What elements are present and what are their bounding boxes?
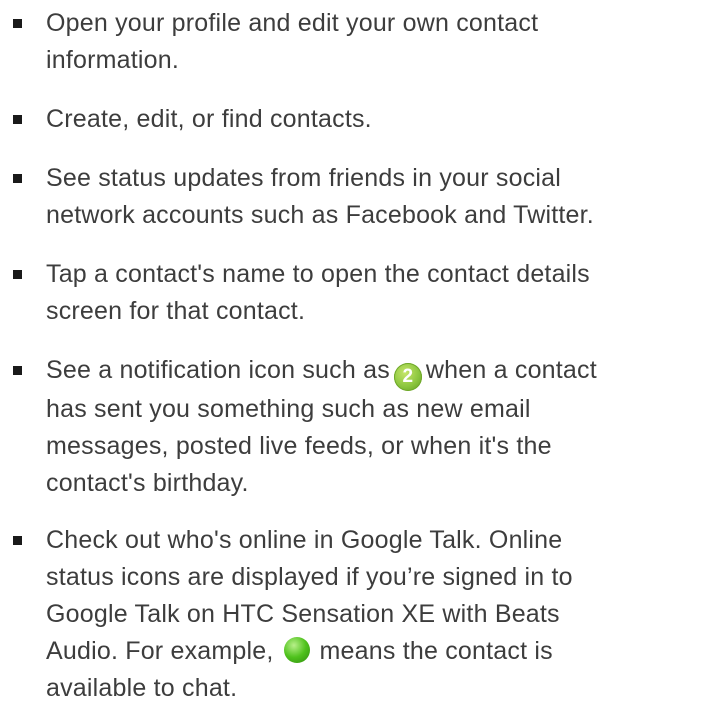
item-text-segment: Audio. For example, <box>46 637 274 665</box>
list-item: Check out who's online in Google Talk. O… <box>0 522 712 707</box>
list-item: Tap a contact's name to open the contact… <box>0 256 712 330</box>
item-text-line: Open your profile and edit your own cont… <box>46 9 539 37</box>
item-text-line: contact's birthday. <box>46 469 249 497</box>
bullet-icon <box>13 366 22 375</box>
bullet-icon <box>13 270 22 279</box>
item-text-line: network accounts such as Facebook and Tw… <box>46 201 594 229</box>
item-text-line: has sent you something such as new email <box>46 395 531 423</box>
notification-count-badge-icon: 2 <box>393 363 422 391</box>
item-text-line: status icons are displayed if you’re sig… <box>46 563 573 591</box>
item-text-line: Google Talk on HTC Sensation XE with Bea… <box>46 600 560 628</box>
bullet-icon <box>13 536 22 545</box>
item-text-line: messages, posted live feeds, or when it'… <box>46 432 552 460</box>
item-text-line: Tap a contact's name to open the contact… <box>46 260 590 288</box>
item-text-segment: when a contact <box>425 356 597 384</box>
item-text-segment: means the contact is <box>319 637 553 665</box>
online-status-green-dot-icon <box>283 637 310 663</box>
item-text-segment: See a notification icon such as <box>46 356 390 384</box>
item-text-line: information. <box>46 46 180 74</box>
bullet-icon <box>13 19 22 28</box>
list-item: Create, edit, or find contacts. <box>0 101 712 138</box>
bullet-icon <box>13 174 22 183</box>
list-item: See a notification icon such as 2 when a c… <box>0 352 712 502</box>
item-text-line: available to chat. <box>46 674 238 702</box>
item-text-line: screen for that contact. <box>46 297 306 325</box>
list-item: Open your profile and edit your own cont… <box>0 5 712 79</box>
item-text-line: Check out who's online in Google Talk. O… <box>46 526 563 554</box>
list-item: See status updates from friends in your … <box>0 160 712 234</box>
item-text-line: Create, edit, or find contacts. <box>46 105 372 133</box>
item-text-line: See status updates from friends in your … <box>46 164 562 192</box>
bullet-icon <box>13 115 22 124</box>
